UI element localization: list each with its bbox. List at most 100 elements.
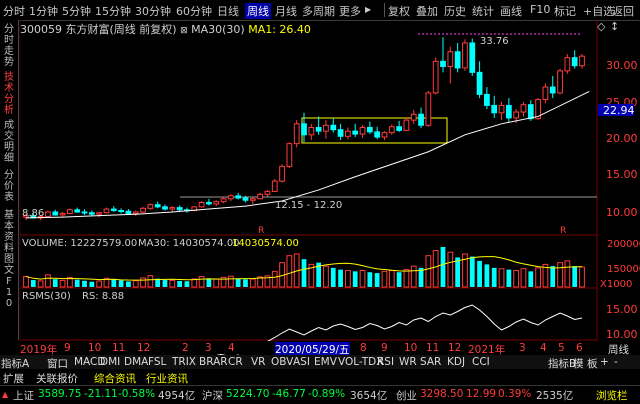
- volume-bar: [118, 280, 124, 287]
- indicator-tab[interactable]: 指标A: [1, 356, 29, 371]
- indicator-tab[interactable]: ASI: [293, 356, 310, 368]
- tab-related[interactable]: 关联报价: [36, 371, 78, 386]
- candle: [176, 207, 183, 211]
- r-marker: R: [258, 226, 264, 236]
- volume-bar: [579, 266, 585, 288]
- indicator-tab[interactable]: DMA: [124, 356, 148, 368]
- volume-bar: [30, 280, 36, 287]
- indicator-tab[interactable]: VR: [251, 356, 265, 368]
- volume-bar: [59, 279, 66, 288]
- cy-change: 12.99: [466, 388, 497, 400]
- candle: [462, 42, 468, 69]
- candle: [286, 143, 293, 167]
- indicator-tab[interactable]: +: [600, 356, 609, 368]
- candle: [425, 92, 432, 126]
- browse-bar-button[interactable]: 浏览栏: [596, 388, 628, 403]
- time-label: 2: [182, 342, 189, 354]
- indicator-tab[interactable]: RSI: [377, 356, 394, 368]
- candle: [279, 165, 285, 182]
- time-label: 11: [112, 342, 126, 354]
- r-marker: R: [560, 226, 566, 236]
- candle: [220, 198, 227, 203]
- volume-ma-label: MA30: 14030574.00: [138, 238, 240, 249]
- indicator-tab[interactable]: 板: [587, 356, 598, 371]
- indicator-tab[interactable]: -: [614, 356, 618, 368]
- volume-bar: [477, 260, 482, 287]
- indicator-tab[interactable]: OBV: [271, 356, 293, 368]
- volume-bar: [338, 269, 343, 287]
- candle: [469, 42, 476, 73]
- volume-tick: 150000: [607, 264, 640, 275]
- volume-series: [23, 247, 585, 288]
- candle: [140, 207, 146, 213]
- candle: [125, 210, 132, 214]
- cy-name[interactable]: 创业: [396, 388, 417, 403]
- volume-bar: [243, 279, 248, 287]
- sh-pct: -0.58%: [118, 388, 156, 400]
- time-label: 4: [228, 342, 235, 354]
- candle: [169, 207, 176, 210]
- indicator-tab[interactable]: CR: [228, 356, 243, 368]
- volume-bar: [388, 269, 395, 288]
- indicator-tab[interactable]: WR: [399, 356, 417, 368]
- time-label: 5: [558, 342, 565, 354]
- candle: [308, 126, 315, 136]
- price-tick: 20.00: [606, 132, 638, 145]
- candle: [264, 190, 271, 195]
- cy-price: 3298.50: [420, 388, 464, 400]
- up-arrow-icon: ▲: [2, 390, 9, 399]
- high-annotation: 33.76: [480, 36, 509, 47]
- candle: [571, 57, 578, 67]
- volume-bar: [491, 267, 497, 287]
- sh-vol: 4954亿: [158, 390, 196, 402]
- indicator-tab[interactable]: BRAR: [199, 356, 228, 368]
- indicator-tabs: 指标A 窗口 MACD DMI DMA FSL TRIX BRAR CR VR OBV ASI EMV V…: [0, 355, 640, 371]
- indicator-tab[interactable]: SAR: [420, 356, 441, 368]
- indicator-tab[interactable]: CCI: [472, 356, 490, 368]
- sz-name[interactable]: 沪深: [202, 388, 223, 403]
- volume-bar: [96, 280, 103, 288]
- candle: [359, 126, 366, 135]
- volume-bar: [169, 279, 176, 288]
- sz-change: -46.77: [272, 388, 306, 400]
- candle: [352, 130, 359, 135]
- candle: [520, 104, 527, 113]
- candle: [227, 195, 234, 200]
- candle: [484, 93, 490, 106]
- indicator-tab[interactable]: 窗口: [47, 356, 68, 371]
- candle: [505, 104, 512, 119]
- candle: [45, 211, 51, 217]
- info-tabs: 扩展 关联报价 综合资讯 行业资讯: [0, 370, 640, 386]
- status-bar: ▲ 上证 3589.75 -21.11 -0.58% 4954亿 沪深 5224…: [0, 385, 640, 404]
- tab-industry[interactable]: 行业资讯: [146, 371, 188, 386]
- tab-news[interactable]: 综合资讯: [94, 371, 136, 386]
- candle: [410, 113, 417, 121]
- time-label: 8: [360, 342, 367, 354]
- sh-change: -21.11: [84, 388, 118, 400]
- candle: [476, 71, 483, 95]
- volume-bar: [403, 269, 410, 288]
- volume-bar: [82, 280, 87, 287]
- time-label: 11: [426, 342, 440, 354]
- indicator-tab[interactable]: EMV: [314, 356, 337, 368]
- time-label: 12: [448, 342, 462, 354]
- indicator-tab[interactable]: DMI: [100, 356, 120, 368]
- candle: [345, 130, 351, 137]
- tab-extend[interactable]: 扩展: [3, 371, 24, 386]
- indicator-tab[interactable]: TRIX: [172, 356, 196, 368]
- indicator-tab[interactable]: FSL: [148, 356, 166, 368]
- candle: [374, 131, 381, 138]
- time-label: 3: [205, 342, 212, 354]
- indicator-tab[interactable]: 模: [573, 356, 584, 371]
- volume-bar: [23, 276, 29, 288]
- time-label: 9: [64, 342, 71, 354]
- volume-bar: [557, 262, 563, 288]
- candle: [110, 208, 117, 212]
- volume-bar: [206, 278, 212, 287]
- volume-bar: [396, 272, 402, 287]
- sh-name[interactable]: 上证: [13, 388, 34, 403]
- volume-bar: [345, 269, 351, 288]
- indicator-tab[interactable]: 指标B: [548, 356, 576, 371]
- indicator-tab[interactable]: KDJ: [447, 356, 465, 368]
- candle: [381, 132, 388, 138]
